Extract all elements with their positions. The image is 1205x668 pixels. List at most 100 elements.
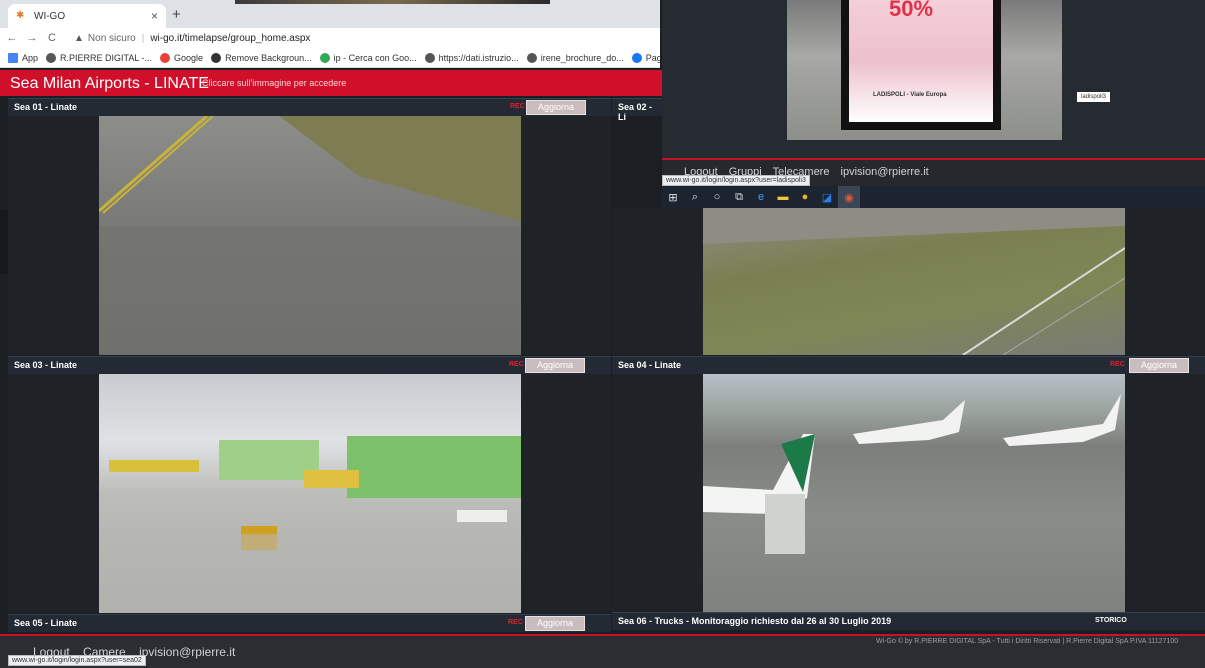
bookmark-apps[interactable]: App <box>8 52 39 63</box>
rec-badge: REC <box>508 619 523 626</box>
site-footer: Logout Camere ipvision@rpierre.it Wi-Go … <box>0 634 1205 668</box>
bookmarks-bar: App R.PIERRE DIGITAL -... Google Remove … <box>0 48 660 68</box>
removebg-icon <box>211 52 222 63</box>
search-icon[interactable]: ⌕ <box>684 186 706 208</box>
bookmark-pagina[interactable]: Pagina non trovata... <box>631 52 660 63</box>
bookmark-rpierre[interactable]: R.PIERRE DIGITAL -... <box>46 52 153 63</box>
camera-image-sea02[interactable] <box>703 208 1125 355</box>
refresh-button[interactable]: Aggiorna <box>525 616 585 631</box>
reload-icon[interactable]: C <box>44 32 60 44</box>
camera-label: Sea 05 - Linate <box>14 618 78 628</box>
billboard-discount: 50% <box>889 0 934 21</box>
camera-name-tag: ladispoli3 <box>1077 92 1111 102</box>
camera-label: Sea 06 - Trucks - Monitoraggio richiesto… <box>618 616 892 626</box>
tab-title: WI-GO <box>34 10 66 22</box>
google-icon <box>319 52 330 63</box>
rec-badge: REC <box>1110 361 1125 368</box>
favicon-icon: ✱ <box>16 10 25 21</box>
camera-label: Sea 04 - Linate <box>618 360 682 370</box>
billboard-address: LADISPOLI - Viale Europa <box>873 92 947 98</box>
rec-badge: REC <box>510 103 525 110</box>
aircraft-apron-image <box>703 394 1121 554</box>
billboard: 50% LADISPOLI - Viale Europa <box>841 0 1001 130</box>
background-window-strip <box>235 0 550 4</box>
browser-tab-bar: ✱ WI-GO × + <box>0 0 660 28</box>
refresh-button[interactable]: Aggiorna <box>526 100 586 115</box>
powerpoint-icon[interactable]: ◉ <box>838 186 860 208</box>
security-status: Non sicuro <box>87 32 136 44</box>
chrome-icon[interactable]: ● <box>794 186 816 208</box>
page-hint: Cliccare sull'immagine per accedere <box>202 78 347 88</box>
camera-label: Sea 01 - Linate <box>14 102 78 112</box>
camera-panel-sea04 <box>612 374 1205 613</box>
forward-icon[interactable]: → <box>24 32 40 44</box>
camera-label: Sea 03 - Linate <box>14 360 78 370</box>
camera-header-sea05: Sea 05 - Linate REC Aggiorna <box>8 614 611 632</box>
camera-header-sea03: Sea 03 - Linate REC Aggiorna <box>8 356 611 374</box>
camera-header-sea02: Sea 02 - Li <box>612 98 662 122</box>
camera-panel-sea02 <box>612 208 1205 355</box>
globe-icon <box>46 52 57 63</box>
bookmark-remove-bg[interactable]: Remove Backgroun... <box>211 52 312 63</box>
outlook-icon[interactable]: ◪ <box>816 186 838 208</box>
facebook-icon <box>631 52 642 63</box>
browser-tab[interactable]: ✱ WI-GO × <box>8 4 166 28</box>
bookmark-label: Google <box>174 52 204 63</box>
site-header: Sea Milan Airports - LINATE Cliccare sul… <box>0 70 662 96</box>
bookmark-label: ip - Cerca con Goo... <box>333 52 417 63</box>
windows-start-icon[interactable]: ⊞ <box>662 186 684 208</box>
window-edge <box>0 210 8 274</box>
bookmark-label: irene_brochure_do... <box>540 52 624 63</box>
camera-image-sea04[interactable] <box>703 374 1125 613</box>
bookmark-irene[interactable]: irene_brochure_do... <box>526 52 624 63</box>
camera-panel-sea01 <box>8 116 611 355</box>
rec-badge: REC <box>509 361 524 368</box>
status-url-tooltip: www.wi-go.it/login/login.aspx?user=sea02 <box>8 655 146 666</box>
bookmark-ip-search[interactable]: ip - Cerca con Goo... <box>319 52 417 63</box>
bookmark-label: R.PIERRE DIGITAL -... <box>60 52 153 63</box>
windows-taskbar: ⊞ ⌕ ○ ⧉ e ▬ ● ◪ ◉ <box>662 186 1205 208</box>
runway-image <box>99 116 521 355</box>
new-tab-button[interactable]: + <box>172 6 181 23</box>
page-title: Sea Milan Airports - LINATE <box>10 75 209 92</box>
task-view-icon[interactable]: ⧉ <box>728 186 750 208</box>
ladispoli-camera-image[interactable]: 50% LADISPOLI - Viale Europa <box>787 0 1062 140</box>
grass-field-image <box>703 208 1125 355</box>
overlay-window: 50% LADISPOLI - Viale Europa ladispoli3 … <box>662 0 1205 208</box>
bookmark-label: https://dati.istruzio... <box>438 52 519 63</box>
cortana-icon[interactable]: ○ <box>706 186 728 208</box>
bookmark-label: Remove Backgroun... <box>225 52 312 63</box>
apps-grid-icon <box>8 52 18 63</box>
refresh-button[interactable]: Aggiorna <box>1129 358 1189 373</box>
camera-header-sea04: Sea 04 - Linate REC Aggiorna <box>612 356 1205 374</box>
user-email: ipvision@rpierre.it <box>139 645 236 659</box>
google-icon <box>160 52 171 63</box>
bookmark-dati[interactable]: https://dati.istruzio... <box>424 52 519 63</box>
overlay-user-email: ipvision@rpierre.it <box>840 166 929 178</box>
file-explorer-icon[interactable]: ▬ <box>772 186 794 208</box>
refresh-button[interactable]: Aggiorna <box>525 358 585 373</box>
bookmark-google[interactable]: Google <box>160 52 204 63</box>
copyright-text: Wi-Go © by R.PIERRE DIGITAL SpA - Tutti … <box>876 638 1179 645</box>
globe-icon <box>526 52 537 63</box>
bookmark-label: App <box>22 52 39 63</box>
camera-panel-sea03 <box>8 374 611 613</box>
construction-site-image <box>99 436 521 613</box>
bookmark-label: Pagina non trovata... <box>645 52 660 63</box>
camera-image-sea03[interactable] <box>99 374 521 613</box>
camera-image-sea01[interactable] <box>99 116 521 355</box>
camera-header-sea06: Sea 06 - Trucks - Monitoraggio richiesto… <box>612 612 1205 630</box>
warning-icon[interactable]: ▲ <box>74 33 84 44</box>
globe-icon <box>424 52 435 63</box>
storico-link[interactable]: STORICO <box>1095 617 1127 624</box>
url-field[interactable]: wi-go.it/timelapse/group_home.aspx <box>150 33 310 44</box>
camera-header-sea01: Sea 01 - Linate REC Aggiorna <box>8 98 611 116</box>
close-tab-icon[interactable]: × <box>151 9 158 23</box>
billboard-face: 50% LADISPOLI - Viale Europa <box>849 0 993 122</box>
back-icon[interactable]: ← <box>4 32 20 44</box>
address-separator: | <box>141 32 145 44</box>
address-bar: ← → C ▲ Non sicuro | wi-go.it/timelapse/… <box>0 28 660 48</box>
screen: ✱ WI-GO × + ← → C ▲ Non sicuro | wi-go.i… <box>0 0 1205 668</box>
edge-icon[interactable]: e <box>750 186 772 208</box>
overlay-status-url: www.wi-go.it/login/login.aspx?user=ladis… <box>662 175 810 186</box>
